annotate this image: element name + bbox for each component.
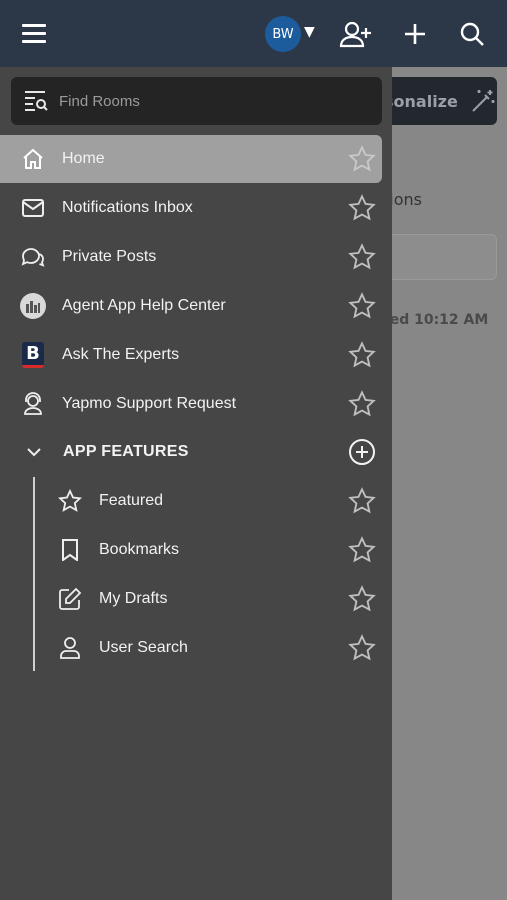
favorite-star-icon[interactable] — [348, 341, 376, 369]
drawer-item-home[interactable]: Home — [0, 135, 382, 183]
drawer-item-private-posts[interactable]: Private Posts — [0, 233, 382, 281]
support-agent-icon — [20, 391, 46, 417]
chat-icon — [20, 244, 46, 270]
avatar-initials: BW — [272, 26, 294, 42]
drawer-item-featured[interactable]: Featured — [0, 477, 382, 525]
drawer-item-bookmarks[interactable]: Bookmarks — [0, 526, 382, 574]
bookmark-icon — [57, 537, 83, 563]
top-app-bar: BW ▼ — [0, 0, 507, 67]
star-icon — [57, 488, 83, 514]
drawer-item-label: Featured — [99, 492, 164, 509]
app-features-section-header[interactable]: APP FEATURES — [0, 428, 382, 476]
drawer-item-label: User Search — [99, 639, 188, 656]
background-updated-text: ted 10:12 AM — [383, 312, 489, 328]
drawer-item-my-drafts[interactable]: My Drafts — [0, 575, 382, 623]
favorite-star-icon[interactable] — [348, 487, 376, 515]
favorite-star-icon[interactable] — [348, 536, 376, 564]
add-circle-icon[interactable] — [348, 438, 376, 466]
drawer-item-agent-app-help-center[interactable]: Agent App Help Center — [0, 282, 382, 330]
caret-down-icon[interactable]: ▼ — [304, 24, 315, 40]
edit-icon — [57, 586, 83, 612]
favorite-star-icon[interactable] — [348, 194, 376, 222]
search-input[interactable] — [59, 92, 359, 110]
drawer-item-notifications-inbox[interactable]: Notifications Inbox — [0, 184, 382, 232]
avatar[interactable]: BW — [265, 16, 301, 52]
drawer-item-user-search[interactable]: User Search — [0, 624, 382, 672]
drawer-item-label: Bookmarks — [99, 541, 180, 558]
favorite-star-icon[interactable] — [348, 390, 376, 418]
favorite-star-icon[interactable] — [348, 292, 376, 320]
magic-wand-icon — [472, 90, 495, 112]
mail-icon — [20, 195, 46, 221]
drawer-item-label: Yapmo Support Request — [62, 395, 237, 412]
find-rooms-search[interactable] — [11, 77, 382, 125]
favorite-star-icon[interactable] — [348, 145, 376, 173]
drawer-item-label: My Drafts — [99, 590, 168, 607]
help-center-icon — [20, 293, 46, 319]
navigation-drawer: Home Notifications Inbox Private Posts A… — [0, 67, 392, 900]
section-label: APP FEATURES — [63, 443, 189, 460]
drawer-item-ask-the-experts[interactable]: B Ask The Experts — [0, 331, 382, 379]
plus-icon[interactable] — [395, 14, 435, 54]
favorite-star-icon[interactable] — [348, 585, 376, 613]
drawer-item-label: Home — [62, 150, 105, 167]
list-search-icon — [25, 91, 48, 111]
drawer-item-label: Private Posts — [62, 248, 157, 265]
drawer-item-label: Agent App Help Center — [62, 297, 226, 314]
add-user-icon[interactable] — [336, 14, 376, 54]
personalize-label: sonalize — [384, 91, 458, 111]
user-icon — [57, 635, 83, 661]
b-logo-icon: B — [20, 342, 46, 368]
drawer-item-yapmo-support-request[interactable]: Yapmo Support Request — [0, 380, 382, 428]
menu-icon[interactable] — [15, 14, 55, 54]
chevron-down-icon[interactable] — [24, 442, 44, 462]
home-icon — [20, 146, 46, 172]
drawer-item-label: Notifications Inbox — [62, 199, 193, 216]
drawer-item-label: Ask The Experts — [62, 346, 180, 363]
search-icon[interactable] — [452, 14, 492, 54]
favorite-star-icon[interactable] — [348, 243, 376, 271]
favorite-star-icon[interactable] — [348, 634, 376, 662]
background-input — [380, 234, 497, 280]
